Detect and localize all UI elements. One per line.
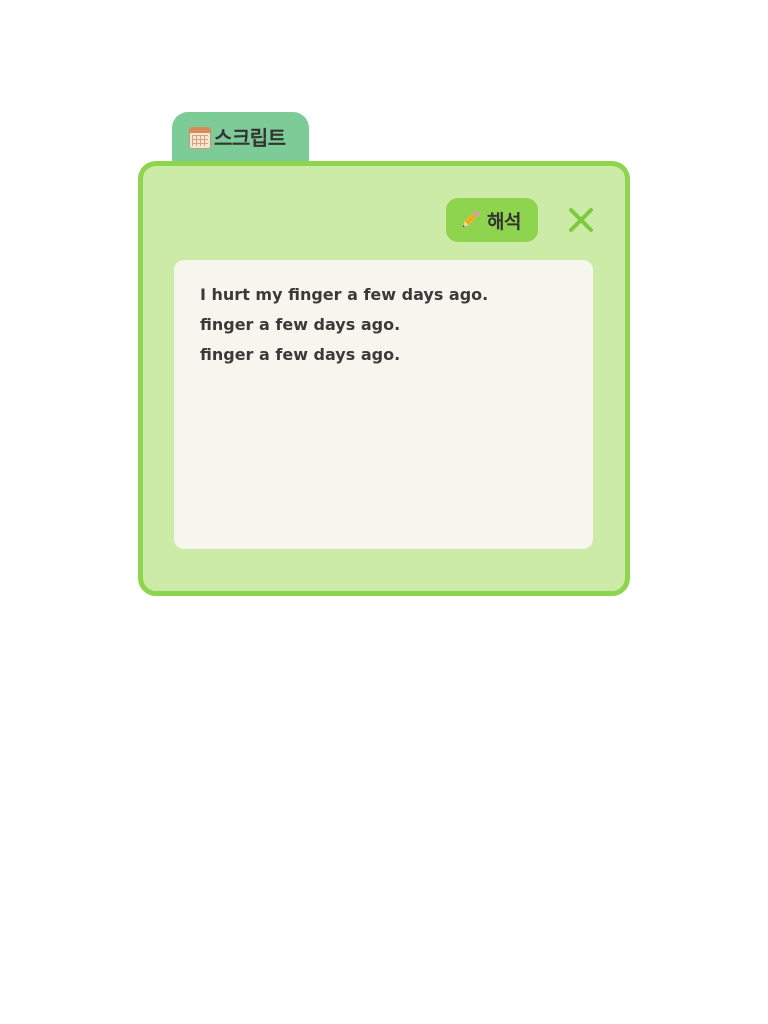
- calendar-icon: [189, 127, 211, 149]
- translate-button-label: 해석: [487, 210, 521, 233]
- close-icon: [569, 208, 593, 232]
- script-line: I hurt my finger a few days ago.: [200, 285, 489, 304]
- script-popup-screen: 스크립트 해석 I hurt my finger a few days ago.…: [0, 0, 768, 1024]
- script-panel: 해석 I hurt my finger a few days ago. fing…: [138, 161, 630, 596]
- close-button[interactable]: [565, 204, 597, 236]
- script-line: finger a few days ago.: [200, 315, 401, 334]
- script-line: finger a few days ago.: [200, 345, 401, 364]
- script-tab: 스크립트: [172, 112, 309, 168]
- script-text-box: I hurt my finger a few days ago. finger …: [174, 260, 593, 549]
- translate-button[interactable]: 해석: [446, 198, 538, 242]
- pencil-icon: [462, 210, 480, 228]
- script-tab-title: 스크립트: [214, 126, 286, 150]
